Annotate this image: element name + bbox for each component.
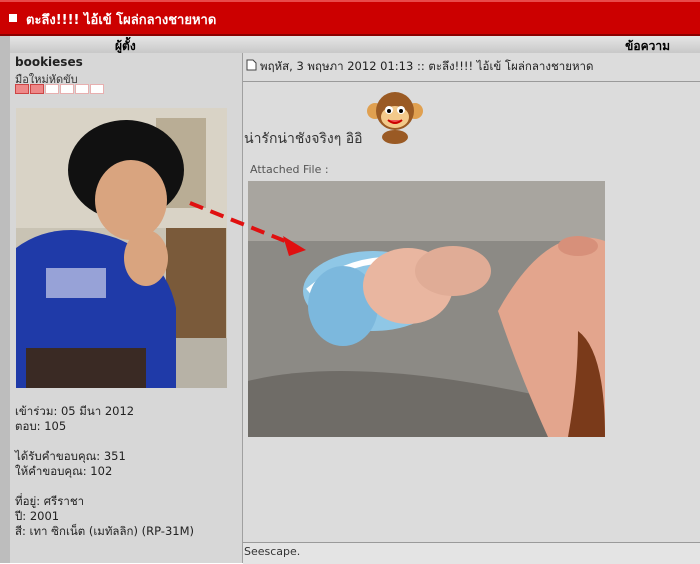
- rank-stars: [15, 84, 105, 103]
- attached-file-label: Attached File :: [250, 163, 329, 176]
- post-document-icon: [246, 59, 257, 71]
- post-signature: Seescape.: [244, 545, 301, 558]
- post-message: น่ารักน่าชังจริงๆ อิอิ: [244, 131, 363, 147]
- author-username[interactable]: bookieses: [15, 55, 83, 69]
- topic-title: ตะลึง!!!! ไอ้เข้ โผล่กลางชายหาด: [26, 13, 217, 28]
- post-panel: พฤหัส, 3 พฤษภา 2012 01:13 :: ตะลึง!!!! ไ…: [243, 53, 700, 564]
- column-header: ผู้ตั้ง ข้อความ: [10, 36, 700, 54]
- title-bullet-icon: [9, 14, 17, 22]
- rank-star-icon: [90, 84, 104, 94]
- rank-star-icon: [75, 84, 89, 94]
- monkey-emoticon-icon: [367, 92, 423, 144]
- post-signature-bar: Seescape.: [243, 542, 700, 564]
- post-header: พฤหัส, 3 พฤษภา 2012 01:13 :: ตะลึง!!!! ไ…: [243, 53, 700, 82]
- rank-star-icon: [15, 84, 29, 94]
- attached-image[interactable]: [248, 181, 605, 437]
- topic-title-bar: ตะลึง!!!! ไอ้เข้ โผล่กลางชายหาด: [0, 0, 700, 36]
- thanks-given: ให้คำขอบคุณ: 102: [15, 464, 113, 478]
- left-margin: [0, 36, 10, 563]
- author-panel: bookieses มือใหม่หัดขับ เข้าร่วม: 05 มีน…: [10, 53, 243, 563]
- rank-star-icon: [30, 84, 44, 94]
- author-avatar: [16, 108, 227, 388]
- post-count: ตอบ: 105: [15, 419, 67, 433]
- car-color: สี: เทา ซิกเน็ต (เมทัลลิก) (RP-31M): [15, 524, 194, 538]
- rank-star-icon: [45, 84, 59, 94]
- post-date-line: พฤหัส, 3 พฤษภา 2012 01:13 :: ตะลึง!!!! ไ…: [260, 59, 594, 73]
- rank-star-icon: [60, 84, 74, 94]
